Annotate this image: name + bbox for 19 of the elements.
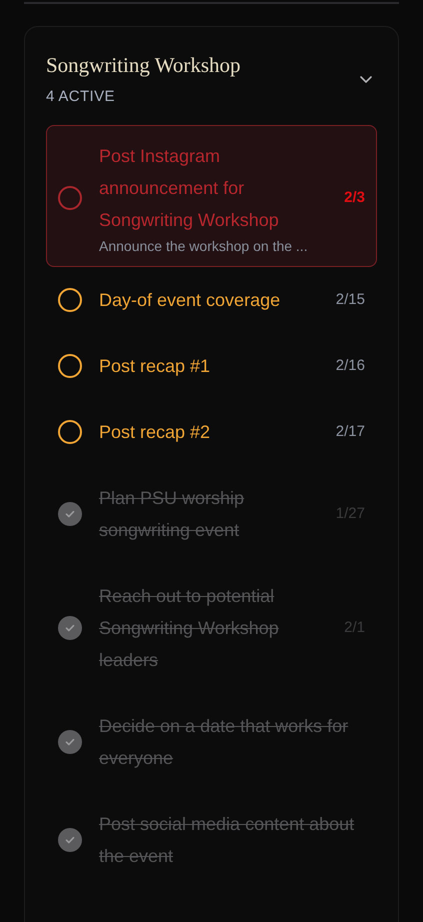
task-item[interactable]: Post recap #1 2/16 bbox=[46, 333, 377, 399]
task-item[interactable]: Post recap #2 2/17 bbox=[46, 399, 377, 465]
due-date: 2/3 bbox=[344, 188, 365, 208]
task-title: Reach out to potential Songwriting Workshop leaders bbox=[99, 585, 280, 672]
task-title: Post social media content about the event bbox=[99, 813, 356, 868]
due-date: 2/16 bbox=[336, 356, 365, 376]
active-count: 4 ACTIVE bbox=[46, 87, 116, 107]
project-title: Songwriting Workshop bbox=[46, 52, 242, 79]
due-date: 2/15 bbox=[336, 290, 365, 310]
task-title: Post recap #2 bbox=[99, 421, 212, 444]
task-description: Announce the workshop on the ... bbox=[99, 237, 309, 256]
due-date: 2/17 bbox=[336, 422, 365, 442]
task-title: Plan PSU worship songwriting event bbox=[99, 487, 246, 542]
task-item[interactable]: Post Instagram announcement for Songwriting Workshop Announce the workshop on the ... 2/3 bbox=[46, 125, 377, 267]
task-title: Post Instagram announcement for Songwriting Workshop bbox=[99, 145, 280, 232]
task-title: Post recap #1 bbox=[99, 355, 212, 378]
task-item[interactable]: Day-of event coverage 2/15 bbox=[46, 267, 377, 333]
task-title: Decide on a date that works for everyone bbox=[99, 715, 350, 770]
task-title: Day-of event coverage bbox=[99, 289, 282, 312]
